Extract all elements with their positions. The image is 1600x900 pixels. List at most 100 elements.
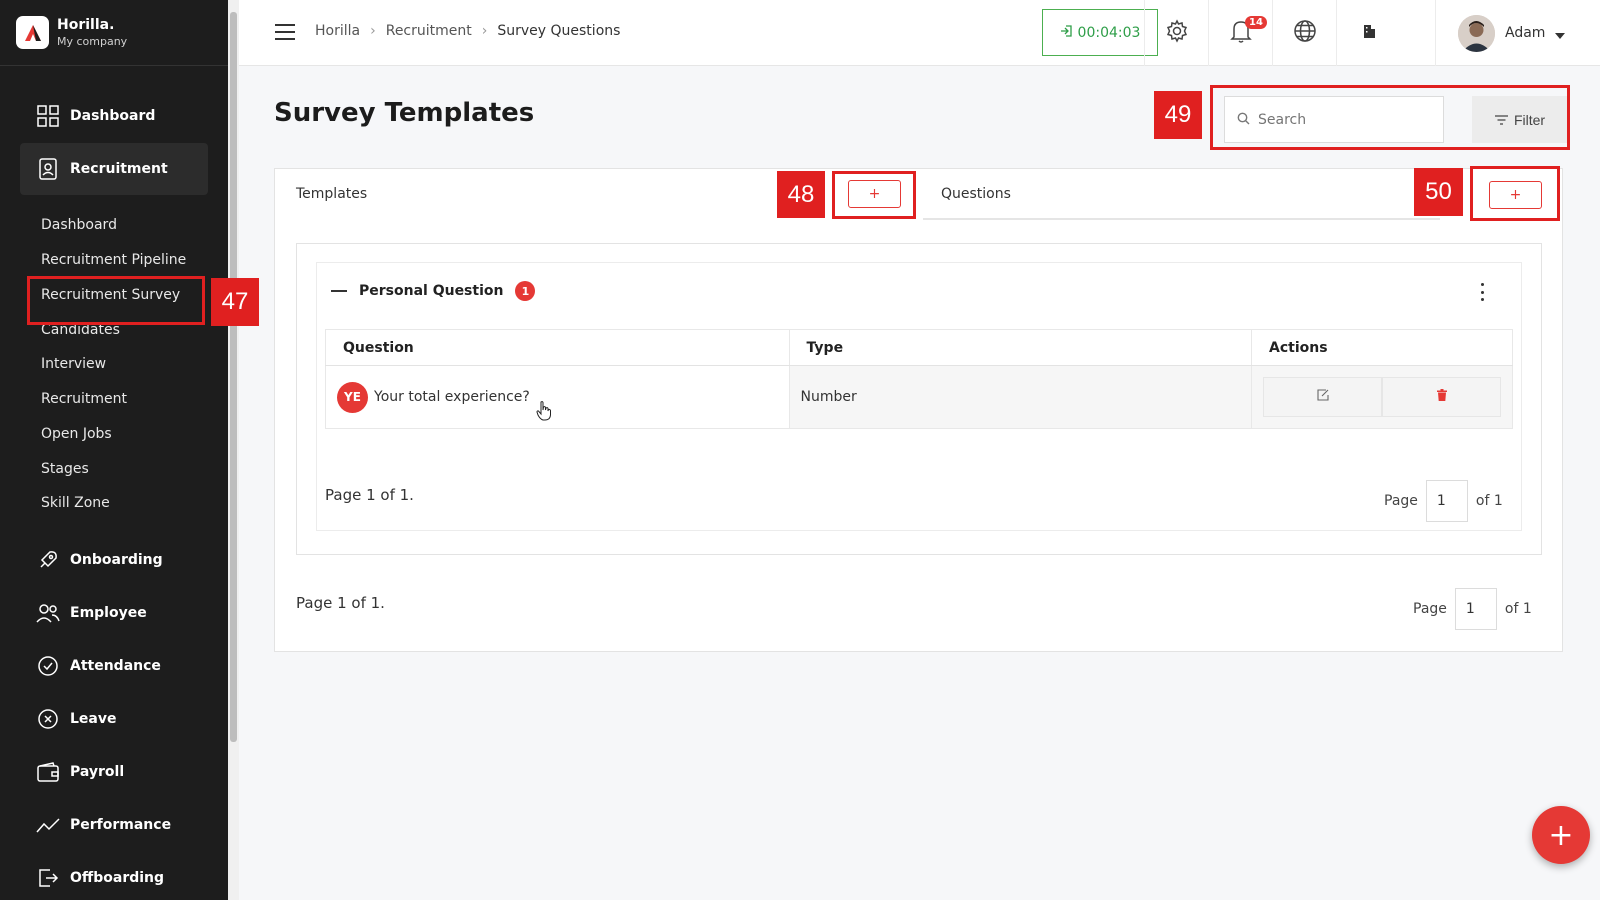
sidebar-item-dashboard[interactable]: Dashboard	[20, 90, 208, 142]
trend-line-icon	[36, 813, 60, 837]
menu-toggle-icon[interactable]	[275, 24, 295, 40]
sidebar-item-label: Performance	[70, 817, 172, 833]
globe-icon	[1293, 19, 1317, 47]
template-group-name: Personal Question	[359, 283, 504, 299]
user-menu[interactable]: Adam	[1435, 0, 1566, 66]
sidebar-item-payroll[interactable]: Payroll	[20, 746, 208, 798]
x-circle-icon	[36, 707, 60, 731]
breadcrumb-horilla[interactable]: Horilla	[315, 23, 360, 39]
tab-divider	[923, 218, 1440, 220]
attendance-timer-button[interactable]: 00:04:03	[1042, 9, 1158, 56]
brand-company: My company	[57, 35, 128, 48]
tab-templates[interactable]: Templates	[296, 186, 367, 202]
question-text: Your total experience?	[374, 389, 530, 405]
language-button[interactable]	[1272, 0, 1336, 66]
sidebar-item-recruitment[interactable]: Recruitment	[20, 143, 208, 195]
wallet-icon	[36, 760, 60, 784]
sidebar-sub-skill-zone[interactable]: Skill Zone	[41, 495, 110, 511]
edit-question-button[interactable]	[1263, 377, 1382, 417]
sidebar-item-label: Payroll	[70, 764, 125, 780]
horilla-logo	[16, 16, 49, 49]
annotation-label-47: 47	[211, 278, 259, 326]
annotation-label-50: 50	[1414, 168, 1463, 216]
annotation-box-49	[1210, 85, 1570, 150]
sidebar-item-label: Onboarding	[70, 552, 163, 568]
brand-name: Horilla.	[57, 17, 115, 33]
notifications-button[interactable]: 14	[1208, 0, 1272, 66]
sidebar-item-label: Dashboard	[70, 108, 156, 124]
annotation-box-48	[832, 171, 916, 219]
column-header-actions: Actions	[1251, 329, 1513, 366]
annotation-label-49: 49	[1154, 91, 1202, 139]
sidebar-item-performance[interactable]: Performance	[20, 799, 208, 851]
sidebar-item-onboarding[interactable]: Onboarding	[20, 534, 208, 586]
table-row: YE Your total experience? Number	[325, 365, 1513, 429]
group-pagination-summary: Page 1 of 1.	[325, 486, 414, 504]
more-options-icon[interactable]	[1478, 283, 1486, 301]
sidebar-item-offboarding[interactable]: Offboarding	[20, 852, 208, 900]
question-cell: YE Your total experience?	[325, 365, 790, 429]
sidebar-sub-dashboard[interactable]: Dashboard	[41, 217, 117, 233]
sidebar-item-label: Recruitment	[70, 161, 168, 177]
annotation-box-47	[27, 276, 205, 325]
timer-value: 00:04:03	[1077, 24, 1141, 41]
check-in-icon	[1060, 24, 1072, 41]
quick-action-fab[interactable]: +	[1532, 806, 1590, 864]
page-of-label: of 1	[1504, 601, 1532, 617]
avatar	[1458, 14, 1495, 52]
hand-cursor-icon	[536, 401, 552, 425]
sidebar-item-employee[interactable]: Employee	[20, 587, 208, 639]
recruitment-badge-icon	[36, 157, 60, 181]
sidebar-item-label: Employee	[70, 605, 147, 621]
page-of-label: of 1	[1475, 493, 1503, 509]
sidebar-item-label: Leave	[70, 711, 117, 727]
exit-icon	[36, 866, 60, 890]
brand[interactable]: Horilla. My company	[0, 0, 228, 66]
question-count-badge: 1	[515, 281, 536, 301]
sidebar-sub-interview[interactable]: Interview	[41, 356, 106, 372]
sidebar-sub-recruitment[interactable]: Recruitment	[41, 391, 127, 407]
tab-questions[interactable]: Questions	[941, 186, 1011, 202]
breadcrumb-recruitment[interactable]: Recruitment	[386, 23, 472, 39]
sidebar-scrollbar[interactable]	[228, 0, 239, 900]
type-cell: Number	[788, 365, 1253, 429]
gear-icon	[1165, 19, 1189, 47]
notification-count-badge: 14	[1245, 16, 1267, 29]
company-switch-button[interactable]	[1336, 0, 1400, 66]
question-avatar: YE	[337, 381, 368, 413]
settings-button[interactable]	[1144, 0, 1208, 66]
sidebar-item-leave[interactable]: Leave	[20, 693, 208, 745]
questions-table: Question Type Actions YE Your total expe…	[325, 329, 1513, 429]
plus-icon: +	[1548, 817, 1574, 853]
collapse-icon[interactable]	[331, 290, 347, 292]
user-name: Adam	[1505, 25, 1546, 41]
template-group-header[interactable]: Personal Question 1	[331, 281, 536, 301]
breadcrumb-current: Survey Questions	[497, 23, 621, 39]
users-icon	[36, 601, 60, 625]
sidebar-item-attendance[interactable]: Attendance	[20, 640, 208, 692]
rocket-icon	[36, 548, 60, 572]
chevron-right-icon: ›	[481, 23, 488, 39]
delete-question-button[interactable]	[1382, 377, 1501, 417]
page-label: Page	[1413, 601, 1447, 617]
sidebar-item-label: Attendance	[70, 658, 161, 674]
page-title: Survey Templates	[274, 98, 535, 128]
actions-cell	[1251, 365, 1513, 429]
page-label: Page	[1384, 493, 1418, 509]
group-pagination: Page of 1	[1384, 480, 1503, 522]
sidebar-sub-open-jobs[interactable]: Open Jobs	[41, 426, 112, 442]
page-input[interactable]	[1454, 588, 1497, 630]
check-circle-icon	[36, 654, 60, 678]
annotation-label-48: 48	[777, 171, 825, 218]
trash-icon	[1436, 389, 1447, 405]
sidebar-item-label: Offboarding	[70, 870, 165, 886]
group-page-input[interactable]	[1425, 480, 1468, 522]
topbar: Horilla › Recruitment › Survey Questions…	[239, 0, 1600, 66]
sidebar-sub-recruitment-pipeline[interactable]: Recruitment Pipeline	[41, 252, 186, 268]
dashboard-grid-icon	[36, 104, 60, 128]
sidebar-scroll-thumb[interactable]	[230, 12, 237, 742]
sidebar: Horilla. My company Dashboard Recruitmen…	[0, 0, 228, 900]
pagination-summary: Page 1 of 1.	[296, 594, 385, 612]
sidebar-sub-stages[interactable]: Stages	[41, 461, 89, 477]
breadcrumb: Horilla › Recruitment › Survey Questions	[315, 23, 620, 39]
